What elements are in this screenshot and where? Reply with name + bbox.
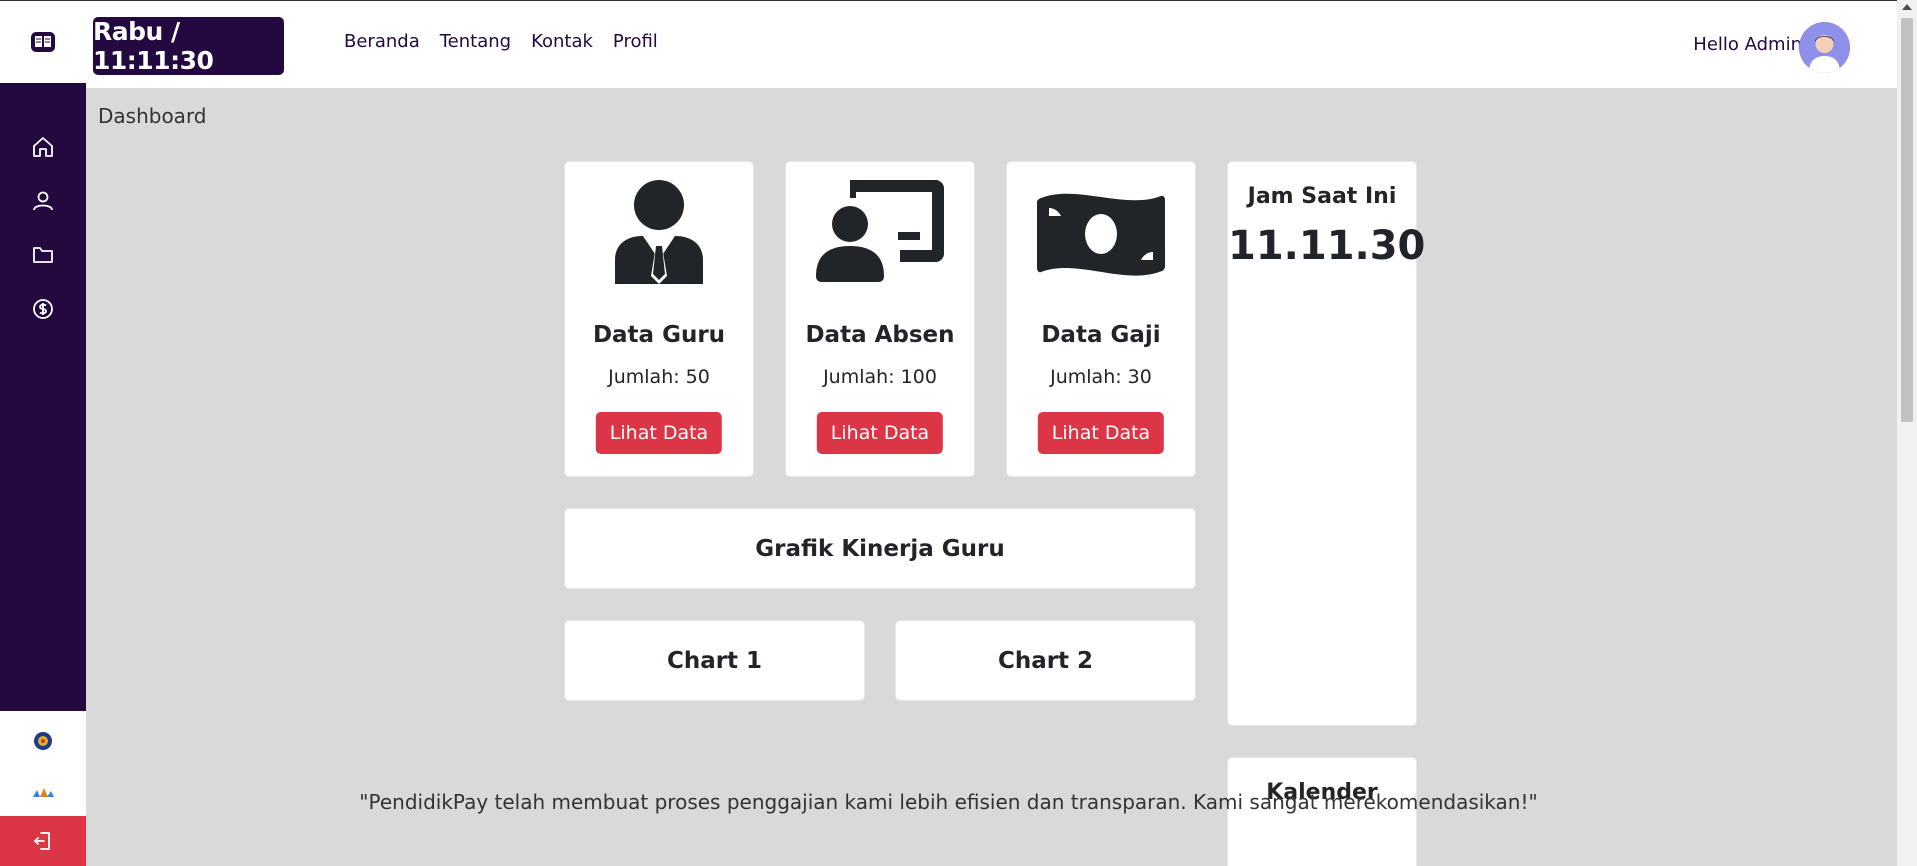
dollar-circle-icon xyxy=(33,299,53,319)
sidebar-item-folder[interactable] xyxy=(28,240,58,270)
sidebar xyxy=(0,83,86,711)
logout-button[interactable] xyxy=(0,816,86,866)
chart-1-card: Chart 1 xyxy=(564,620,865,701)
folder-icon xyxy=(33,247,53,263)
performance-chart-title: Grafik Kinerja Guru xyxy=(755,535,1005,562)
user-icon xyxy=(33,191,53,211)
avatar[interactable] xyxy=(1799,22,1850,73)
current-time-value: 11.11.30 xyxy=(1228,223,1426,269)
scrollbar-thumb[interactable] xyxy=(1901,18,1913,422)
card-title: Data Gaji xyxy=(1041,322,1161,348)
breadcrumb: Dashboard xyxy=(98,104,207,128)
top-navbar: Rabu / 11:11:30 Beranda Tentang Kontak P… xyxy=(0,0,1897,88)
user-avatar-icon xyxy=(1799,22,1850,73)
current-time-label: Jam Saat Ini xyxy=(1247,184,1397,209)
lihat-data-guru-button[interactable]: Lihat Data xyxy=(595,412,723,454)
teacher-icon xyxy=(615,180,703,284)
card-title: Data Absen xyxy=(805,322,955,348)
card-count: Jumlah: 30 xyxy=(1050,366,1152,388)
testimonial-quote: "PendidikPay telah membuat proses pengga… xyxy=(359,790,1538,814)
nav-kontak[interactable]: Kontak xyxy=(531,31,593,52)
nav-beranda[interactable]: Beranda xyxy=(344,31,420,52)
card-count: Jumlah: 100 xyxy=(823,366,937,388)
main-nav: Beranda Tentang Kontak Profil xyxy=(344,31,658,52)
current-time-card: Jam Saat Ini 11.11.30 xyxy=(1227,161,1426,726)
sidebar-item-home[interactable] xyxy=(28,132,58,162)
sidebar-item-user[interactable] xyxy=(28,186,58,216)
stat-card-guru: Data Guru Jumlah: 50 Lihat Data xyxy=(564,161,754,477)
logout-icon xyxy=(34,832,50,850)
presentation-icon xyxy=(816,180,944,282)
emblem-logo-icon xyxy=(34,732,52,750)
card-count: Jumlah: 50 xyxy=(608,366,710,388)
sidebar-item-salary[interactable] xyxy=(28,294,58,324)
stat-card-gaji: Data Gaji Jumlah: 30 Lihat Data xyxy=(1006,161,1196,477)
nav-profil[interactable]: Profil xyxy=(613,31,658,52)
nav-tentang[interactable]: Tentang xyxy=(440,31,511,52)
card-title: Data Guru xyxy=(592,322,726,348)
stat-card-absen: Data Absen Jumlah: 100 Lihat Data xyxy=(785,161,975,477)
day-time-badge: Rabu / 11:11:30 xyxy=(93,17,284,75)
home-icon xyxy=(33,137,53,157)
lihat-data-absen-button[interactable]: Lihat Data xyxy=(816,412,944,454)
chart-2-title: Chart 2 xyxy=(997,647,1094,674)
performance-chart-card: Grafik Kinerja Guru xyxy=(564,508,1196,589)
page-scrollbar[interactable] xyxy=(1897,0,1917,866)
chart-2-card: Chart 2 xyxy=(895,620,1196,701)
app-logo[interactable] xyxy=(0,1,86,84)
scroll-up-arrow-icon[interactable] xyxy=(1902,4,1912,10)
lihat-data-gaji-button[interactable]: Lihat Data xyxy=(1037,412,1165,454)
money-icon xyxy=(1037,193,1165,276)
chart-1-title: Chart 1 xyxy=(666,647,763,674)
greeting: Hello Admin xyxy=(1693,34,1802,55)
book-icon xyxy=(31,31,55,52)
